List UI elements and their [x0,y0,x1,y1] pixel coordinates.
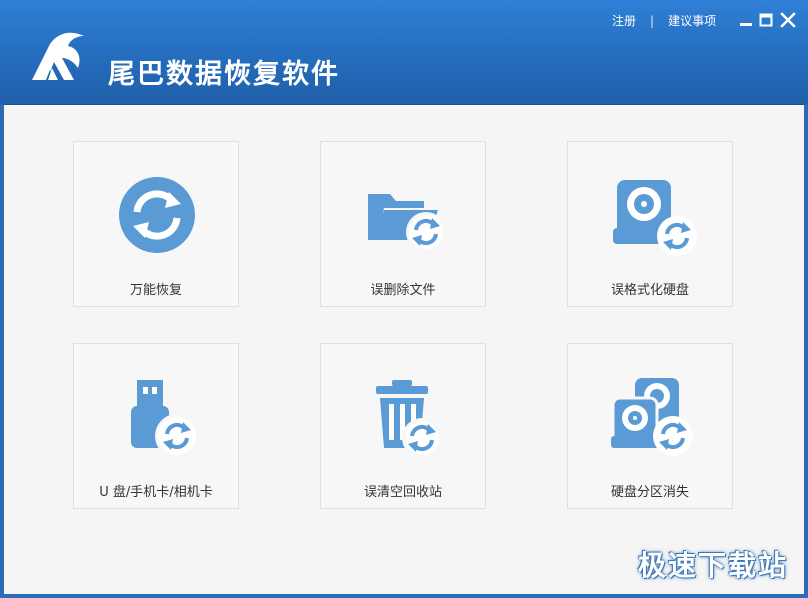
card-universal-recovery[interactable]: 万能恢复 [73,141,239,307]
usb-card-icon [131,380,199,458]
card-usb-card[interactable]: U 盘/手机卡/相机卡 [73,343,239,509]
close-icon[interactable] [778,10,798,30]
card-recycle-bin[interactable]: 误清空回收站 [320,343,486,509]
card-label: 误清空回收站 [363,485,442,500]
card-lost-partition[interactable]: 硬盘分区消失 [567,343,733,509]
register-link[interactable]: 注册 [612,12,636,29]
recycle-bin-icon [376,380,442,458]
lost-partition-icon [611,378,693,456]
universal-recovery-icon [119,177,195,253]
main-panel: 万能恢复 误删除文件 误格式化硬盘 U 盘/手机卡/相机卡 误清空回收站 硬盘分… [4,105,804,594]
watermark-text: 极速下载站 [637,549,788,582]
card-label: 误格式化硬盘 [610,283,689,298]
window-border-left [0,104,4,598]
app-title: 尾巴数据恢复软件 [108,59,340,90]
maximize-icon[interactable] [756,10,776,30]
deleted-files-icon [368,194,446,252]
header-separator: | [650,13,655,28]
header-links: 注册 | 建议事项 [612,12,716,29]
card-formatted-disk[interactable]: 误格式化硬盘 [567,141,733,307]
card-label: 万能恢复 [129,283,182,298]
title-bar[interactable]: 尾巴数据恢复软件 注册 | 建议事项 [0,0,808,105]
fox-tail-logo-icon [32,32,84,80]
card-label: U 盘/手机卡/相机卡 [99,485,213,500]
card-deleted-files[interactable]: 误删除文件 [320,141,486,307]
formatted-disk-icon [613,180,697,256]
window-border-right [804,104,808,598]
minimize-icon[interactable] [736,10,756,30]
window-border-bottom [0,594,808,598]
suggestions-link[interactable]: 建议事项 [668,12,716,29]
app-window: 尾巴数据恢复软件 注册 | 建议事项 万能恢复 误删除文件 误格式化硬盘 U 盘… [0,0,808,598]
card-label: 误删除文件 [370,283,436,298]
card-label: 硬盘分区消失 [610,485,689,500]
